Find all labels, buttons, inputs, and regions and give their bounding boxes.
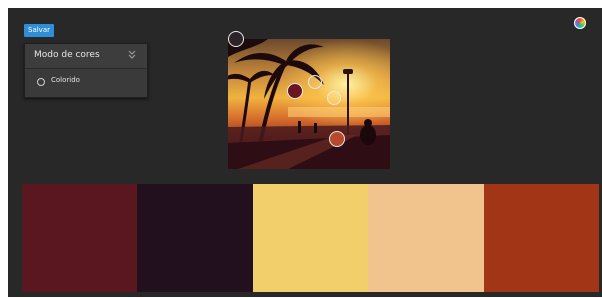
color-wheel-icon[interactable] — [574, 17, 586, 29]
color-mode-header[interactable]: Modo de cores — [25, 44, 147, 69]
save-button[interactable]: Salvar — [24, 24, 54, 37]
color-picker-handle-3[interactable] — [327, 91, 341, 105]
mode-option-label: Colorido — [51, 76, 80, 84]
color-picker-handle-4[interactable] — [329, 131, 345, 147]
color-mode-title: Modo de cores — [34, 50, 100, 60]
color-palette — [22, 184, 600, 292]
palette-swatch-2[interactable] — [137, 184, 253, 292]
palette-swatch-3[interactable] — [252, 184, 369, 292]
palette-swatch-4[interactable] — [368, 184, 484, 292]
palette-swatch-1[interactable] — [22, 184, 138, 292]
source-photo — [228, 39, 390, 169]
color-picker-handle-1[interactable] — [287, 83, 303, 99]
chevron-double-down-icon[interactable] — [127, 49, 137, 61]
color-palette-app: Salvar Modo de cores Colorido — [8, 8, 602, 297]
radio-icon[interactable] — [37, 78, 45, 86]
color-picker-handle-2[interactable] — [308, 75, 322, 89]
mode-option-colorido[interactable]: Colorido — [25, 69, 147, 97]
color-picker-handle-5[interactable] — [228, 31, 244, 47]
color-mode-panel: Modo de cores Colorido — [24, 43, 148, 98]
palette-swatch-5[interactable] — [483, 184, 600, 292]
photo-scene — [228, 39, 390, 169]
